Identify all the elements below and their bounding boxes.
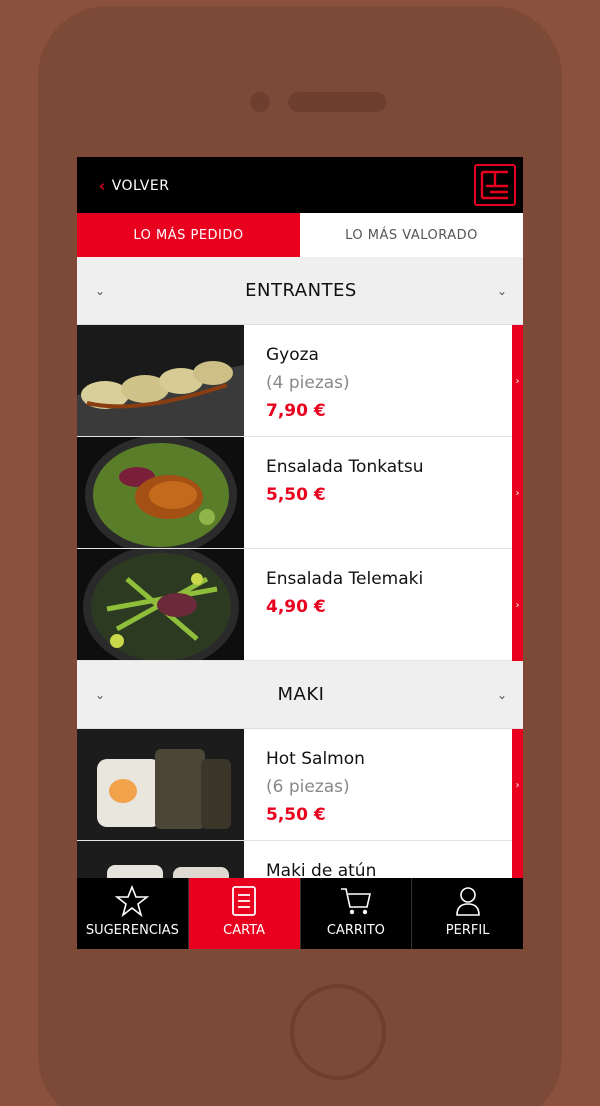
menu-item[interactable]: Hot Salmon (6 piezas) 5,50 € › (77, 729, 523, 841)
top-bar: ‹ VOLVER (77, 157, 523, 213)
item-info: Hot Salmon (6 piezas) 5,50 € (244, 729, 523, 840)
section-title: MAKI (277, 684, 325, 705)
nav-carrito[interactable]: CARRITO (301, 878, 413, 949)
tab-mas-valorado[interactable]: LO MÁS VALORADO (300, 213, 523, 257)
app-screen: ‹ VOLVER LO MÁS PEDIDO LO MÁS VALORADO ⌄… (77, 157, 523, 949)
item-pieces: (4 piezas) (266, 373, 350, 393)
chevron-right-icon[interactable]: › (512, 841, 523, 878)
item-price: 7,90 € (266, 401, 326, 421)
menu-item[interactable]: Ensalada Telemaki 4,90 € › (77, 549, 523, 661)
back-button[interactable]: ‹ VOLVER (99, 177, 169, 195)
section-header-entrantes[interactable]: ⌄ ENTRANTES ⌄ (77, 257, 523, 325)
nav-label: PERFIL (445, 923, 490, 938)
nav-carta[interactable]: CARTA (188, 878, 301, 949)
item-info: Ensalada Tonkatsu 5,50 € (244, 437, 523, 548)
tab-bar: LO MÁS PEDIDO LO MÁS VALORADO (77, 213, 523, 257)
chevron-left-icon: ‹ (99, 177, 106, 195)
item-price: 5,50 € (266, 485, 326, 505)
menu-item[interactable]: Maki de atún › (77, 841, 523, 878)
dish-photo-hot-salmon (77, 729, 244, 840)
nav-label: CARRITO (326, 923, 385, 938)
cart-icon (340, 888, 371, 915)
chevron-down-icon: ⌄ (95, 283, 106, 298)
item-info: Gyoza (4 piezas) 7,90 € (244, 325, 523, 436)
item-info: Ensalada Telemaki 4,90 € (244, 549, 523, 660)
star-icon (115, 885, 150, 917)
chevron-down-icon: ⌄ (496, 687, 507, 702)
nav-label: SUGERENCIAS (85, 923, 179, 938)
camera (250, 92, 270, 112)
chevron-down-icon: ⌄ (496, 283, 507, 298)
item-pieces: (6 piezas) (266, 777, 350, 797)
logo-icon (480, 170, 508, 200)
item-name: Ensalada Telemaki (266, 569, 424, 589)
item-name: Maki de atún (266, 861, 377, 878)
menu-list[interactable]: ⌄ ENTRANTES ⌄ Gyoza (4 piezas) 7,90 € › … (77, 257, 523, 878)
brand-logo[interactable] (474, 164, 516, 206)
dish-photo-ensalada-tonkatsu (77, 437, 244, 548)
dish-photo-maki-atun (77, 841, 244, 878)
item-name: Ensalada Tonkatsu (266, 457, 424, 477)
nav-sugerencias[interactable]: SUGERENCIAS (77, 878, 189, 949)
nav-label: CARTA (223, 923, 266, 938)
speaker (288, 92, 386, 112)
tab-mas-pedido[interactable]: LO MÁS PEDIDO (77, 213, 300, 257)
menu-item[interactable]: Ensalada Tonkatsu 5,50 € › (77, 437, 523, 549)
dish-photo-gyoza (77, 325, 244, 436)
nav-perfil[interactable]: PERFIL (412, 878, 523, 949)
home-button[interactable] (290, 984, 386, 1080)
chevron-right-icon[interactable]: › (512, 437, 523, 549)
section-title: ENTRANTES (245, 280, 357, 301)
chevron-right-icon[interactable]: › (512, 729, 523, 841)
item-name: Gyoza (266, 345, 319, 365)
back-label: VOLVER (111, 178, 170, 194)
section-header-maki[interactable]: ⌄ MAKI ⌄ (77, 661, 523, 729)
item-info: Maki de atún (244, 841, 523, 878)
dish-photo-ensalada-telemaki (77, 549, 244, 660)
item-name: Hot Salmon (266, 749, 365, 769)
chevron-right-icon[interactable]: › (512, 549, 523, 661)
chevron-down-icon: ⌄ (95, 687, 106, 702)
menu-list-icon (232, 886, 257, 916)
bottom-navigation: SUGERENCIAS CARTA CARRITO PERFIL (77, 878, 523, 949)
chevron-right-icon[interactable]: › (512, 325, 523, 437)
item-price: 5,50 € (266, 805, 326, 825)
user-icon (455, 887, 480, 916)
item-price: 4,90 € (266, 597, 326, 617)
menu-item[interactable]: Gyoza (4 piezas) 7,90 € › (77, 325, 523, 437)
